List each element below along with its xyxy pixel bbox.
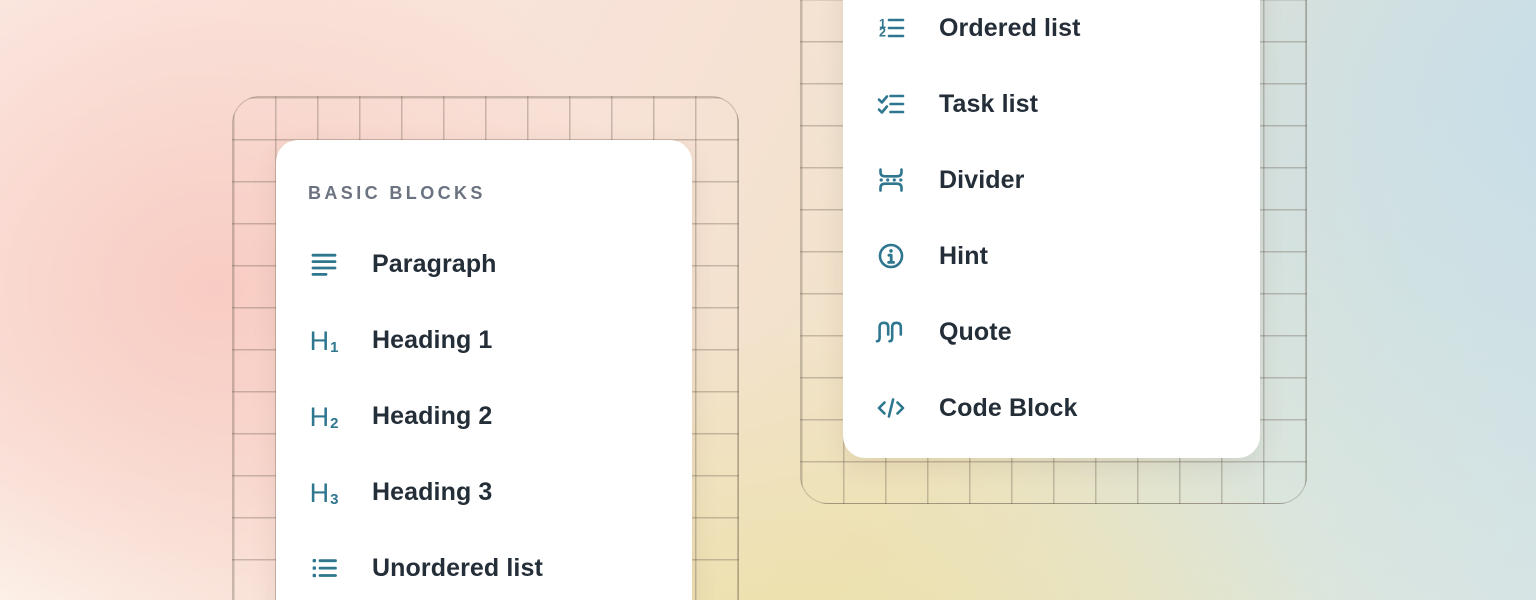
menu-item-label: Paragraph <box>372 250 497 279</box>
svg-text:2: 2 <box>879 26 886 40</box>
menu-item-hint[interactable]: Hint <box>843 218 1260 294</box>
menu-item-label: Unordered list <box>372 554 543 583</box>
basic-blocks-menu: BASIC BLOCKS Paragraph H1 Heading 1 H2 H… <box>276 140 692 600</box>
paragraph-icon <box>308 248 340 280</box>
menu-item-label: Heading 2 <box>372 402 492 431</box>
menu-item-heading-1[interactable]: H1 Heading 1 <box>276 302 692 378</box>
heading-glyph: H <box>310 479 330 508</box>
quote-icon <box>875 316 907 348</box>
code-block-icon <box>875 392 907 424</box>
menu-item-task-list[interactable]: Task list <box>843 66 1260 142</box>
menu-list-left: Paragraph H1 Heading 1 H2 Heading 2 H3 H… <box>276 226 692 600</box>
blocks-menu-continued: 1 2 Ordered list Task list <box>843 0 1260 458</box>
heading-1-icon: H1 <box>308 324 340 356</box>
menu-list-right: 1 2 Ordered list Task list <box>843 0 1260 446</box>
menu-item-label: Ordered list <box>939 14 1081 43</box>
task-list-icon <box>875 88 907 120</box>
hint-icon <box>875 240 907 272</box>
menu-item-label: Heading 3 <box>372 478 492 507</box>
heading-2-icon: H2 <box>308 400 340 432</box>
menu-item-unordered-list[interactable]: Unordered list <box>276 530 692 600</box>
menu-item-paragraph[interactable]: Paragraph <box>276 226 692 302</box>
divider-icon <box>875 164 907 196</box>
menu-item-ordered-list[interactable]: 1 2 Ordered list <box>843 0 1260 66</box>
heading-subscript: 3 <box>330 492 338 507</box>
menu-item-label: Task list <box>939 90 1038 119</box>
section-label: BASIC BLOCKS <box>308 177 692 209</box>
menu-item-code-block[interactable]: Code Block <box>843 370 1260 446</box>
heading-3-icon: H3 <box>308 476 340 508</box>
unordered-list-icon <box>308 552 340 584</box>
menu-item-label: Heading 1 <box>372 326 492 355</box>
menu-item-label: Code Block <box>939 394 1078 423</box>
heading-glyph: H <box>310 403 330 432</box>
menu-item-label: Hint <box>939 242 988 271</box>
menu-item-heading-3[interactable]: H3 Heading 3 <box>276 454 692 530</box>
menu-item-divider[interactable]: Divider <box>843 142 1260 218</box>
menu-item-label: Quote <box>939 318 1012 347</box>
heading-glyph: H <box>310 327 330 356</box>
ordered-list-icon: 1 2 <box>875 12 907 44</box>
menu-item-quote[interactable]: Quote <box>843 294 1260 370</box>
heading-subscript: 2 <box>330 416 338 431</box>
menu-item-heading-2[interactable]: H2 Heading 2 <box>276 378 692 454</box>
gradient-background: BASIC BLOCKS Paragraph H1 Heading 1 H2 H… <box>0 0 1536 600</box>
menu-item-label: Divider <box>939 166 1024 195</box>
heading-subscript: 1 <box>330 340 338 355</box>
